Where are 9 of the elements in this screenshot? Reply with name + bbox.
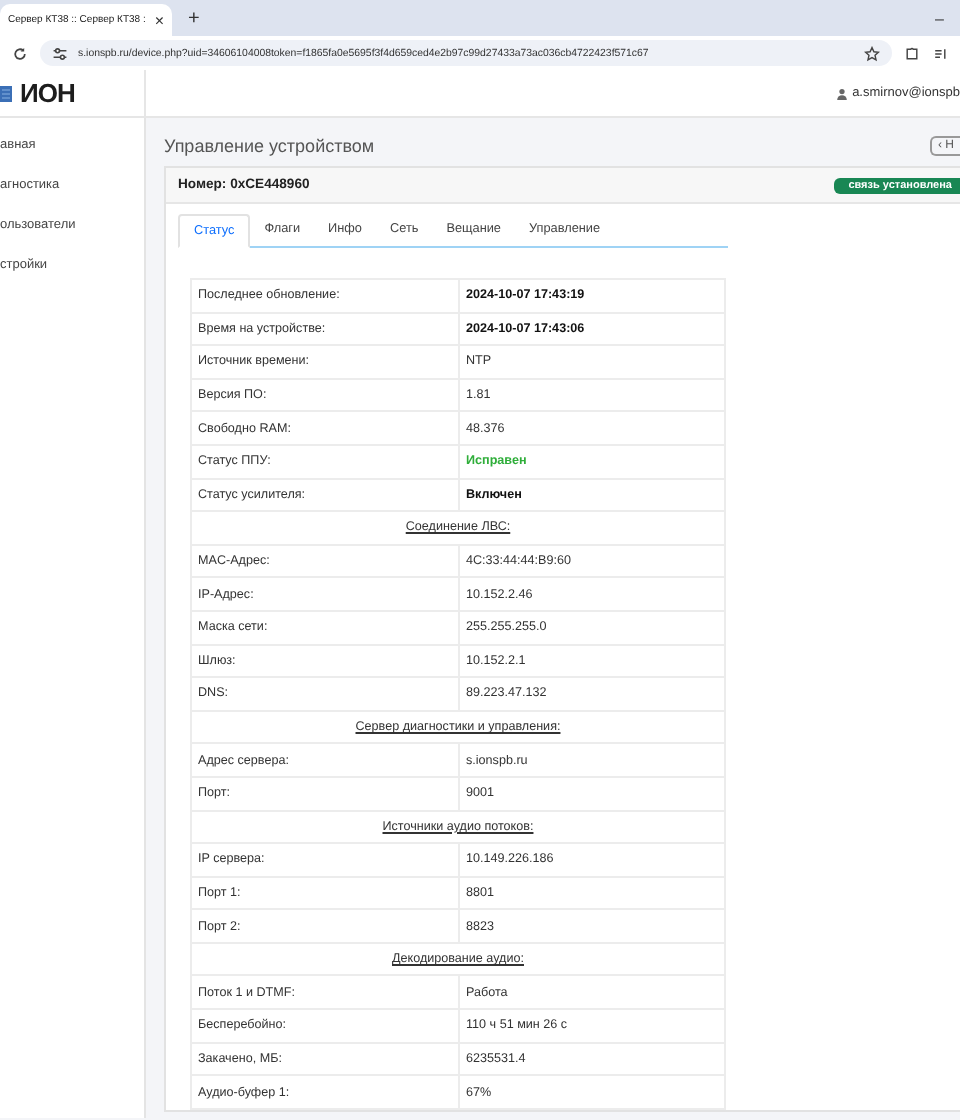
logo[interactable]: ИОН [20, 78, 75, 108]
tune-icon[interactable] [52, 45, 68, 61]
minimize-button[interactable]: – [935, 10, 944, 28]
new-tab-button[interactable]: + [188, 8, 200, 30]
user-icon [836, 87, 849, 99]
star-icon[interactable] [864, 45, 880, 61]
reload-icon[interactable] [12, 45, 28, 61]
page-title: Управление устройством [164, 136, 375, 156]
close-icon[interactable]: × [154, 11, 164, 29]
